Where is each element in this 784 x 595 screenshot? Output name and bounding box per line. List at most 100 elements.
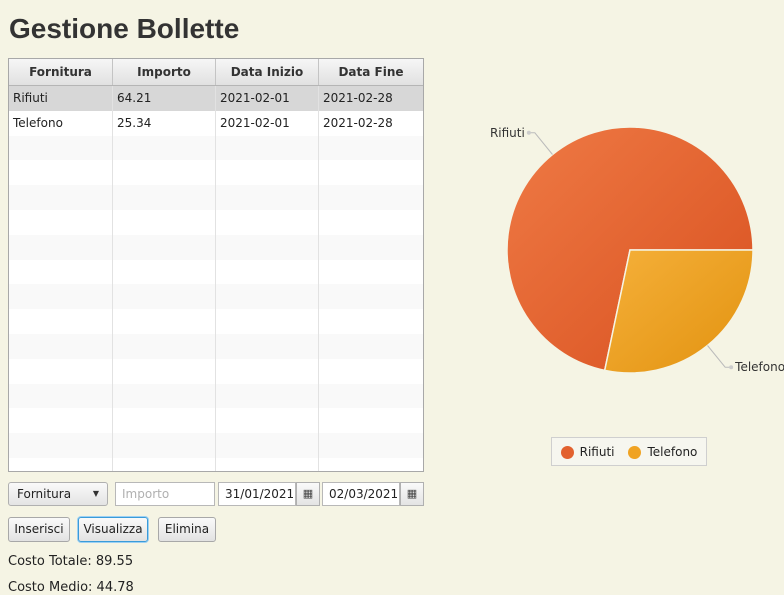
empty-cell [216, 309, 319, 334]
chevron-down-icon: ▼ [92, 489, 99, 498]
fornitura-combobox-value: Fornitura [17, 487, 72, 501]
empty-cell [216, 135, 319, 161]
empty-cell [216, 383, 319, 409]
inserisci-button[interactable]: Inserisci [8, 517, 70, 542]
legend-label-telefono: Telefono [647, 444, 698, 459]
empty-cell [113, 160, 216, 186]
bills-table[interactable]: Fornitura Importo Data Inizio Data Fine … [8, 58, 424, 472]
legend-item-rifiuti: Rifiuti [560, 445, 614, 459]
empty-cell [113, 358, 216, 384]
column-header-importo[interactable]: Importo [113, 59, 216, 85]
empty-cell [113, 309, 216, 334]
table-header: Fornitura Importo Data Inizio Data Fine [9, 59, 423, 86]
empty-cell [9, 333, 113, 359]
calendar-icon[interactable]: ▦ [296, 482, 320, 506]
empty-cell [9, 135, 113, 161]
empty-cell [9, 408, 113, 434]
empty-cell [9, 259, 113, 285]
empty-cell [9, 160, 113, 186]
empty-cell [113, 185, 216, 210]
empty-cell [319, 284, 423, 309]
empty-cell [216, 185, 319, 210]
column-header-fornitura[interactable]: Fornitura [9, 59, 113, 85]
table-row-empty[interactable] [9, 259, 423, 285]
label-marker-rifiuti [526, 130, 531, 135]
table-row-empty[interactable] [9, 160, 423, 186]
label-marker-telefono [729, 365, 734, 370]
empty-cell [216, 284, 319, 310]
empty-cell [9, 358, 113, 384]
cell-importo: 64.21 [113, 86, 216, 111]
table-row-empty[interactable] [9, 408, 423, 434]
empty-cell [319, 210, 423, 235]
pie-label-rifiuti: Rifiuti [490, 126, 525, 140]
empty-cell [216, 333, 319, 359]
page-title: Gestione Bollette [9, 13, 240, 44]
empty-cell [113, 383, 216, 409]
column-header-data-fine[interactable]: Data Fine [319, 59, 423, 85]
empty-cell [319, 458, 423, 471]
pie-slice-telefono [603, 249, 754, 374]
empty-cell [216, 358, 319, 384]
empty-cell [216, 408, 319, 434]
legend-item-telefono: Telefono [628, 445, 697, 459]
visualizza-button[interactable]: Visualizza [78, 517, 148, 542]
empty-cell [9, 284, 113, 310]
table-row-empty[interactable] [9, 284, 423, 310]
table-row[interactable]: Telefono 25.34 2021-02-01 2021-02-28 [9, 110, 423, 136]
cell-fornitura: Telefono [9, 110, 113, 136]
table-row-empty[interactable] [9, 234, 423, 260]
empty-cell [216, 259, 319, 285]
table-row-empty[interactable] [9, 358, 423, 384]
fornitura-combobox[interactable]: Fornitura ▼ [8, 482, 108, 506]
importo-input[interactable] [115, 482, 215, 506]
empty-cell [9, 309, 113, 334]
empty-cell [113, 135, 216, 161]
cell-data-inizio: 2021-02-01 [216, 86, 319, 111]
table-row-empty[interactable] [9, 309, 423, 334]
costo-totale-value: 89.55 [95, 554, 134, 569]
empty-cell [113, 333, 216, 359]
table-row-empty[interactable] [9, 383, 423, 409]
cell-fornitura: Rifiuti [9, 86, 113, 111]
empty-cell [113, 284, 216, 310]
table-row-empty[interactable] [9, 209, 423, 235]
empty-cell [216, 457, 319, 471]
empty-cell [9, 185, 113, 210]
elimina-button[interactable]: Elimina [158, 517, 216, 542]
empty-cell [216, 234, 319, 260]
table-row-empty[interactable] [9, 457, 423, 471]
empty-cell [319, 334, 423, 359]
costo-totale-label: Costo Totale: [8, 554, 92, 569]
pie-chart: Rifiuti Telefono [490, 126, 784, 374]
rifiuti-swatch-icon [560, 445, 574, 459]
empty-cell [113, 259, 216, 285]
empty-cell [216, 160, 319, 186]
empty-cell [9, 457, 113, 471]
empty-cell [9, 383, 113, 409]
empty-cell [113, 433, 216, 458]
table-row-empty[interactable] [9, 433, 423, 458]
empty-cell [319, 185, 423, 210]
empty-cell [9, 209, 113, 235]
empty-cell [319, 384, 423, 409]
chart-legend: Rifiuti Telefono [551, 437, 707, 466]
empty-cell [319, 309, 423, 334]
data-fine-input[interactable] [322, 482, 400, 506]
empty-cell [319, 136, 423, 161]
table-row-empty[interactable] [9, 185, 423, 210]
cell-data-fine: 2021-02-28 [323, 115, 393, 130]
empty-cell [113, 209, 216, 235]
column-header-data-inizio[interactable]: Data Inizio [216, 59, 319, 85]
table-row-empty[interactable] [9, 333, 423, 359]
empty-cell [113, 234, 216, 260]
pie-label-telefono: Telefono [734, 360, 784, 374]
empty-cell [216, 209, 319, 235]
table-row-empty[interactable] [9, 135, 423, 161]
empty-cell [113, 457, 216, 471]
empty-cell [319, 408, 423, 433]
empty-cell [319, 260, 423, 285]
calendar-icon[interactable]: ▦ [400, 482, 424, 506]
data-inizio-input[interactable] [218, 482, 296, 506]
table-row[interactable]: Rifiuti 64.21 2021-02-01 2021-02-28 [9, 86, 423, 111]
